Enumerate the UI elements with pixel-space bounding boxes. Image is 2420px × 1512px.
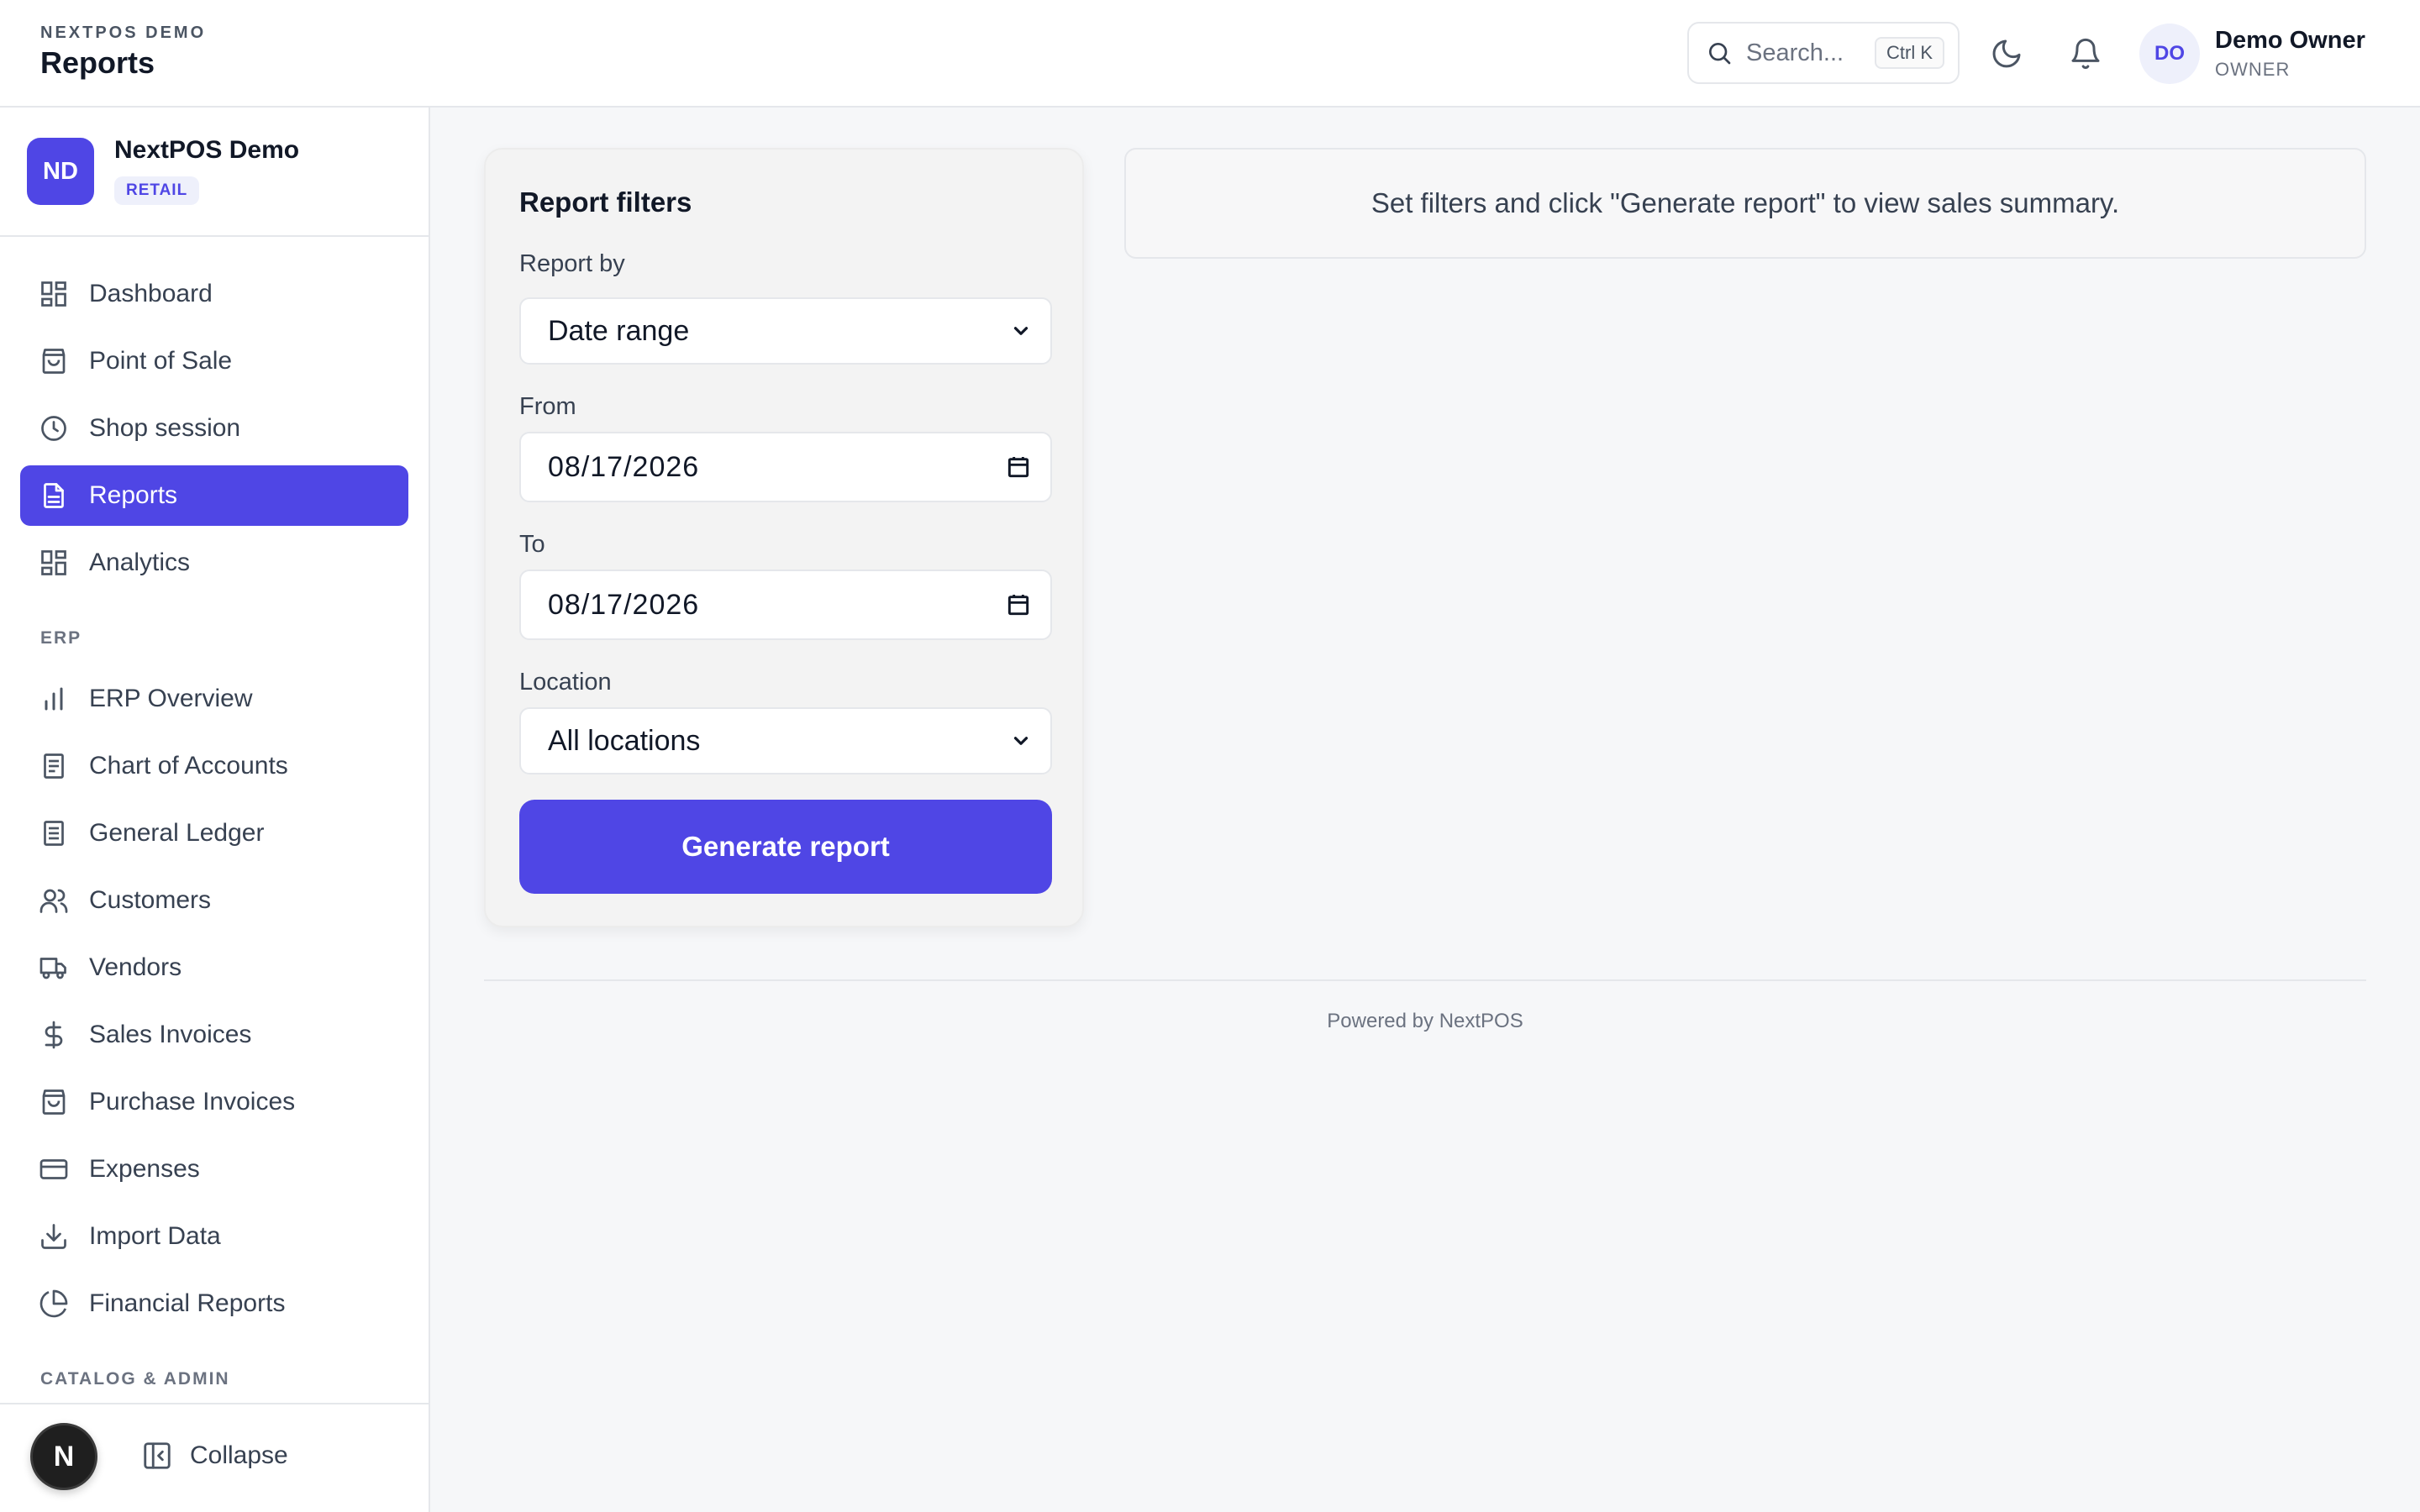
sidebar-item-label: Dashboard <box>89 280 213 307</box>
search-icon <box>1706 39 1733 66</box>
user-role: OWNER <box>2215 59 2291 80</box>
report-by-value: Date range <box>548 314 690 347</box>
from-date-value: 08/17/2026 <box>548 450 700 483</box>
ledger-icon <box>39 818 69 848</box>
sidebar-item-label: Customers <box>89 886 212 914</box>
collapse-button[interactable]: Collapse <box>141 1440 288 1472</box>
nav-section-catalog-admin: CATALOG & ADMIN <box>40 1369 230 1389</box>
bell-icon <box>2069 37 2102 71</box>
chevron-down-icon <box>1010 320 1032 342</box>
location-select[interactable]: All locations <box>519 707 1052 774</box>
sidebar-item-erp-overview[interactable]: ERP Overview <box>20 669 408 729</box>
bar-chart-icon <box>39 684 69 714</box>
dashboard-icon <box>39 279 69 309</box>
top-header: NEXTPOS DEMO Reports Search... Ctrl K DO… <box>0 0 2420 108</box>
sidebar-footer: N Collapse <box>0 1403 429 1512</box>
download-icon <box>39 1221 69 1252</box>
generate-report-button[interactable]: Generate report <box>519 800 1052 894</box>
card-title: Report filters <box>519 186 692 218</box>
search-placeholder: Search... <box>1746 39 1844 66</box>
empty-state-message: Set filters and click "Generate report" … <box>1124 148 2366 259</box>
org-avatar: ND <box>27 138 94 205</box>
org-switcher[interactable]: ND NextPOS Demo RETAIL <box>0 108 429 237</box>
sidebar-item-label: Expenses <box>89 1155 200 1183</box>
org-label: NEXTPOS DEMO <box>40 24 207 42</box>
sidebar-item-point-of-sale[interactable]: Point of Sale <box>20 331 408 391</box>
sidebar-item-label: ERP Overview <box>89 685 253 712</box>
search-box[interactable]: Search... Ctrl K <box>1687 22 1960 84</box>
page-title: Reports <box>40 45 155 80</box>
report-by-label: Report by <box>519 250 625 277</box>
sidebar-item-reports[interactable]: Reports <box>20 465 408 526</box>
location-value: All locations <box>548 724 701 757</box>
theme-toggle-button[interactable] <box>1985 32 2028 76</box>
sidebar-item-label: Analytics <box>89 549 191 576</box>
org-type-badge: RETAIL <box>114 176 200 205</box>
moon-icon <box>1990 37 2023 71</box>
location-label: Location <box>519 669 612 696</box>
calendar-icon[interactable] <box>1005 454 1032 480</box>
app-avatar[interactable]: N <box>30 1423 97 1490</box>
credit-card-icon <box>39 1154 69 1184</box>
from-label: From <box>519 393 576 420</box>
sidebar-item-dashboard[interactable]: Dashboard <box>20 264 408 324</box>
footer-divider <box>484 979 2366 981</box>
sidebar-item-general-ledger[interactable]: General Ledger <box>20 803 408 864</box>
shopping-bag-icon <box>39 346 69 376</box>
search-shortcut: Ctrl K <box>1875 37 1944 69</box>
sidebar-item-label: Purchase Invoices <box>89 1088 296 1116</box>
sidebar-item-shop-session[interactable]: Shop session <box>20 398 408 459</box>
sidebar-item-label: Sales Invoices <box>89 1021 252 1048</box>
sidebar-item-label: Reports <box>89 481 178 509</box>
sidebar-item-expenses[interactable]: Expenses <box>20 1139 408 1200</box>
user-avatar[interactable]: DO <box>2139 24 2200 84</box>
sidebar-item-financial-reports[interactable]: Financial Reports <box>20 1273 408 1334</box>
book-icon <box>39 751 69 781</box>
from-date-input[interactable]: 08/17/2026 <box>519 432 1052 502</box>
collapse-label: Collapse <box>190 1441 288 1469</box>
calendar-icon[interactable] <box>1005 591 1032 618</box>
truck-icon <box>39 953 69 983</box>
report-by-select[interactable]: Date range <box>519 297 1052 365</box>
sidebar-item-customers[interactable]: Customers <box>20 870 408 931</box>
nav-section-erp: ERP <box>40 628 82 648</box>
report-filters-card: Report filters Report by Date range From… <box>484 148 1084 927</box>
to-date-input[interactable]: 08/17/2026 <box>519 570 1052 640</box>
sidebar-item-analytics[interactable]: Analytics <box>20 533 408 593</box>
sidebar-item-purchase-invoices[interactable]: Purchase Invoices <box>20 1072 408 1132</box>
org-name: NextPOS Demo <box>114 136 300 164</box>
sidebar-item-vendors[interactable]: Vendors <box>20 937 408 998</box>
sidebar-item-chart-of-accounts[interactable]: Chart of Accounts <box>20 736 408 796</box>
sidebar: ND NextPOS Demo RETAIL Dashboard Point o… <box>0 108 430 1512</box>
sidebar-item-label: General Ledger <box>89 819 265 847</box>
to-label: To <box>519 531 545 558</box>
dollar-icon <box>39 1020 69 1050</box>
sidebar-item-label: Chart of Accounts <box>89 752 288 780</box>
sidebar-item-label: Point of Sale <box>89 347 233 375</box>
powered-by-text: Powered by NextPOS <box>1327 1010 1523 1032</box>
sidebar-item-sales-invoices[interactable]: Sales Invoices <box>20 1005 408 1065</box>
sidebar-item-label: Financial Reports <box>89 1289 286 1317</box>
sidebar-item-import-data[interactable]: Import Data <box>20 1206 408 1267</box>
clock-icon <box>39 413 69 444</box>
pie-chart-icon <box>39 1289 69 1319</box>
chevron-down-icon <box>1010 730 1032 752</box>
collapse-sidebar-icon <box>141 1440 173 1472</box>
dashboard-icon <box>39 548 69 578</box>
user-name[interactable]: Demo Owner <box>2215 27 2365 55</box>
notifications-button[interactable] <box>2064 32 2107 76</box>
users-icon <box>39 885 69 916</box>
sidebar-item-label: Vendors <box>89 953 182 981</box>
sidebar-item-label: Import Data <box>89 1222 221 1250</box>
to-date-value: 08/17/2026 <box>548 588 700 621</box>
file-text-icon <box>39 480 69 511</box>
shopping-bag-icon <box>39 1087 69 1117</box>
sidebar-item-label: Shop session <box>89 414 241 442</box>
